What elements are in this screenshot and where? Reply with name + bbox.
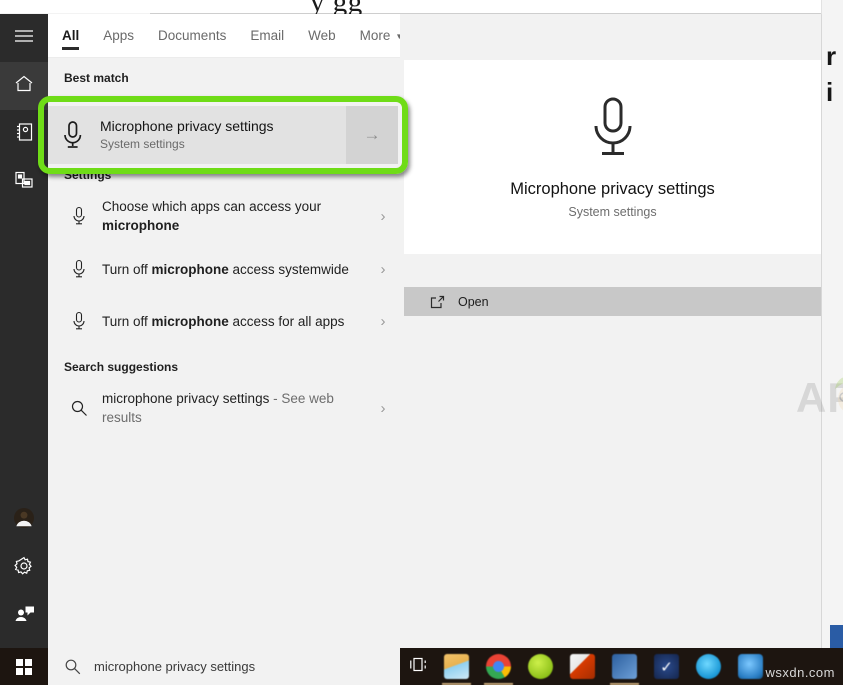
windows-logo-icon	[16, 658, 32, 675]
best-match-text: Microphone privacy settings System setti…	[96, 117, 346, 153]
hamburger-menu-button[interactable]	[0, 14, 48, 62]
microphone-icon	[587, 95, 639, 166]
search-suggestions-heading: Search suggestions	[64, 360, 179, 374]
chevron-right-icon: ›	[380, 207, 386, 225]
search-suggestion-1-label: microphone privacy settings - See web re…	[102, 391, 334, 425]
taskbar-icon-google-chrome[interactable]	[484, 654, 513, 685]
open-external-icon	[430, 295, 445, 309]
taskbar-icon-todo-app[interactable]	[654, 654, 679, 679]
microphone-icon	[62, 311, 96, 331]
sidebar-item-settings[interactable]	[0, 544, 48, 592]
preview-title: Microphone privacy settings	[510, 180, 715, 198]
feedback-person-icon	[14, 604, 35, 628]
notebook-icon	[15, 122, 34, 147]
search-filter-tabs: All Apps Documents Email Web More ▼	[48, 14, 400, 58]
home-icon	[14, 74, 34, 98]
settings-result-2-label: Turn off microphone access systemwide	[102, 261, 349, 277]
search-icon	[62, 399, 96, 417]
background-blue-accent	[830, 625, 843, 648]
taskbar-icon-microsoft-store[interactable]	[610, 654, 639, 685]
hamburger-icon	[14, 29, 34, 48]
sidebar-item-documents[interactable]	[0, 110, 48, 158]
preview-card: Microphone privacy settings System setti…	[404, 60, 821, 254]
tab-web-label: Web	[308, 28, 336, 43]
settings-result-1-label: Choose which apps can access your microp…	[102, 199, 322, 233]
microphone-icon	[62, 259, 96, 279]
best-match-subtitle: System settings	[100, 137, 185, 151]
chevron-right-icon: ›	[380, 260, 386, 278]
tab-documents-label: Documents	[158, 28, 227, 43]
account-avatar-icon	[13, 507, 35, 534]
best-match-heading: Best match	[64, 71, 129, 85]
tab-all-label: All	[62, 28, 80, 43]
taskbar-icon-blue-app[interactable]	[696, 654, 721, 679]
pictures-icon	[14, 170, 34, 195]
settings-result-1[interactable]: Choose which apps can access your microp…	[48, 189, 400, 243]
taskbar-search-box[interactable]: microphone privacy settings	[48, 648, 400, 685]
tab-more[interactable]: More ▼	[360, 14, 400, 58]
tab-more-label: More	[359, 28, 391, 43]
best-match-expand-button[interactable]: →	[346, 106, 398, 164]
start-left-rail	[0, 14, 48, 648]
open-action-label: Open	[458, 294, 489, 309]
gear-icon	[14, 556, 34, 581]
microphone-icon	[48, 120, 96, 150]
best-match-title: Microphone privacy settings	[100, 118, 274, 134]
start-button[interactable]	[0, 648, 48, 685]
search-input[interactable]: microphone privacy settings	[94, 659, 255, 674]
tab-apps-label: Apps	[103, 28, 135, 43]
rail-bottom-group	[0, 496, 48, 648]
sidebar-item-feedback[interactable]	[0, 592, 48, 640]
tab-email-label: Email	[250, 28, 285, 43]
taskbar-icon-blue-app-2[interactable]	[738, 654, 763, 679]
preview-subtitle: System settings	[568, 205, 657, 219]
settings-result-3[interactable]: Turn off microphone access for all apps …	[48, 295, 400, 347]
tab-all[interactable]: All	[62, 14, 80, 58]
search-flyout: All Apps Documents Email Web More ▼ Best…	[0, 14, 843, 648]
settings-result-2[interactable]: Turn off microphone access systemwide ›	[48, 243, 400, 295]
task-view-icon	[409, 656, 428, 678]
microphone-icon	[62, 206, 96, 226]
sidebar-item-account[interactable]	[0, 496, 48, 544]
chevron-right-icon: ›	[380, 312, 386, 330]
tab-documents[interactable]: Documents	[158, 14, 226, 58]
appuals-mascot-icon	[835, 377, 843, 411]
taskbar-icon-office-app[interactable]	[570, 654, 595, 679]
settings-result-3-label: Turn off microphone access for all apps	[102, 313, 345, 329]
taskbar-pinned-icons	[442, 648, 763, 685]
screenshot-root: y gg ri All Apps Documents Email Web Mor…	[0, 0, 843, 685]
tab-apps[interactable]: Apps	[103, 14, 134, 58]
task-view-button[interactable]	[400, 648, 436, 685]
taskbar-icon-green-app[interactable]	[528, 654, 553, 679]
tab-web[interactable]: Web	[308, 14, 336, 58]
best-match-result[interactable]: Microphone privacy settings System setti…	[48, 106, 398, 164]
sidebar-item-home[interactable]	[0, 62, 48, 110]
preview-panel: Microphone privacy settings System setti…	[400, 14, 843, 648]
background-right-clipped-text: ri	[826, 41, 837, 107]
sidebar-item-pictures[interactable]	[0, 158, 48, 206]
taskbar: microphone privacy settings wsxdn.co	[0, 648, 843, 685]
tab-email[interactable]: Email	[250, 14, 284, 58]
open-action-row[interactable]: Open	[404, 287, 821, 316]
chevron-right-icon: ›	[380, 399, 386, 417]
rail-spacer	[0, 206, 48, 496]
taskbar-icon-file-explorer[interactable]	[442, 654, 471, 685]
search-icon	[64, 658, 81, 675]
site-watermark: wsxdn.com	[765, 665, 835, 680]
search-suggestion-1[interactable]: microphone privacy settings - See web re…	[48, 381, 400, 435]
